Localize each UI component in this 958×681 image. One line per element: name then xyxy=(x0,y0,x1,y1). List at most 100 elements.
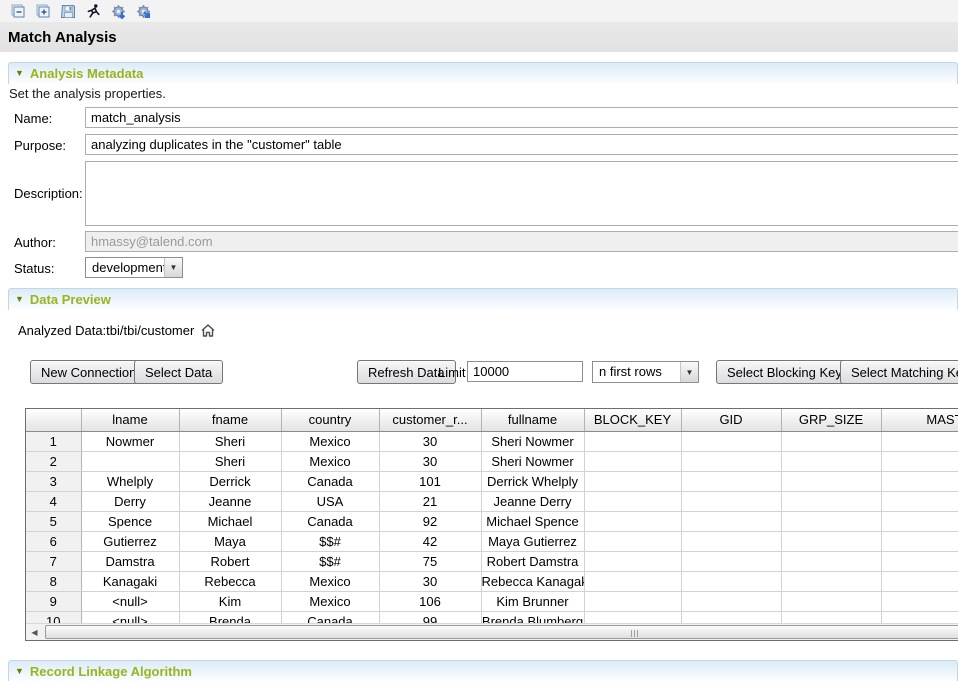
table-cell[interactable] xyxy=(881,571,958,591)
table-cell[interactable]: Kanagaki xyxy=(81,571,179,591)
table-cell[interactable]: $$# xyxy=(281,531,379,551)
rows-mode-dropdown[interactable]: n first rows ▼ xyxy=(592,361,699,383)
table-cell[interactable] xyxy=(881,471,958,491)
table-cell[interactable]: Mexico xyxy=(281,451,379,471)
row-number-cell[interactable]: 8 xyxy=(26,571,81,591)
table-cell[interactable] xyxy=(681,451,781,471)
table-cell[interactable] xyxy=(781,491,881,511)
table-cell[interactable]: Whelply xyxy=(81,471,179,491)
table-cell[interactable] xyxy=(781,571,881,591)
table-cell[interactable] xyxy=(584,471,681,491)
table-cell[interactable]: Jeanne Derry xyxy=(481,491,584,511)
table-cell[interactable]: Sheri xyxy=(179,451,281,471)
row-number-cell[interactable]: 5 xyxy=(26,511,81,531)
table-cell[interactable]: 92 xyxy=(379,511,481,531)
table-cell[interactable]: $$# xyxy=(281,551,379,571)
table-cell[interactable]: Gutierrez xyxy=(81,531,179,551)
table-cell[interactable] xyxy=(584,491,681,511)
table-cell[interactable] xyxy=(781,451,881,471)
table-cell[interactable] xyxy=(584,571,681,591)
row-number-cell[interactable]: 7 xyxy=(26,551,81,571)
scrollbar-thumb[interactable] xyxy=(45,625,958,639)
table-cell[interactable]: Kim Brunner xyxy=(481,591,584,611)
table-cell[interactable]: 30 xyxy=(379,571,481,591)
table-cell[interactable]: Rebecca Kanagaki xyxy=(481,571,584,591)
table-cell[interactable] xyxy=(881,451,958,471)
column-header-block-key[interactable]: BLOCK_KEY xyxy=(584,409,681,431)
table-cell[interactable] xyxy=(781,591,881,611)
table-cell[interactable] xyxy=(881,511,958,531)
table-cell[interactable] xyxy=(681,591,781,611)
table-cell[interactable] xyxy=(881,491,958,511)
table-cell[interactable]: Derry xyxy=(81,491,179,511)
table-cell[interactable]: Michael Spence xyxy=(481,511,584,531)
table-cell[interactable] xyxy=(681,531,781,551)
table-cell[interactable]: Canada xyxy=(281,511,379,531)
table-cell[interactable]: Derrick Whelply xyxy=(481,471,584,491)
table-cell[interactable] xyxy=(681,431,781,451)
expand-all-icon[interactable] xyxy=(35,3,52,20)
run-match-analysis-icon[interactable] xyxy=(110,3,127,20)
table-cell[interactable]: 101 xyxy=(379,471,481,491)
table-cell[interactable]: 30 xyxy=(379,451,481,471)
analysis-metadata-header[interactable]: ▼ Analysis Metadata xyxy=(8,62,958,84)
column-header-lname[interactable]: lname xyxy=(81,409,179,431)
table-cell[interactable]: Robert Damstra xyxy=(481,551,584,571)
home-icon[interactable] xyxy=(200,323,216,338)
table-cell[interactable] xyxy=(584,531,681,551)
table-cell[interactable]: Robert xyxy=(179,551,281,571)
table-cell[interactable] xyxy=(584,451,681,471)
export-match-rule-icon[interactable] xyxy=(135,3,152,20)
data-preview-header[interactable]: ▼ Data Preview xyxy=(8,288,958,310)
new-connection-button[interactable]: New Connection xyxy=(30,360,147,384)
column-header-master[interactable]: MASTER xyxy=(881,409,958,431)
table-cell[interactable]: Michael xyxy=(179,511,281,531)
column-header-customer-r-[interactable]: customer_r... xyxy=(379,409,481,431)
table-cell[interactable]: Rebecca xyxy=(179,571,281,591)
select-matching-key-button[interactable]: Select Matching Key xyxy=(840,360,958,384)
table-cell[interactable]: Jeanne xyxy=(179,491,281,511)
status-dropdown[interactable]: development ▼ xyxy=(85,257,183,278)
row-number-cell[interactable]: 6 xyxy=(26,531,81,551)
column-header-rownum[interactable] xyxy=(26,409,81,431)
row-number-cell[interactable]: 9 xyxy=(26,591,81,611)
row-number-cell[interactable]: 4 xyxy=(26,491,81,511)
select-data-button[interactable]: Select Data xyxy=(134,360,223,384)
column-header-fname[interactable]: fname xyxy=(179,409,281,431)
table-cell[interactable]: Sheri Nowmer xyxy=(481,451,584,471)
table-cell[interactable] xyxy=(881,591,958,611)
table-cell[interactable]: 42 xyxy=(379,531,481,551)
table-cell[interactable] xyxy=(881,431,958,451)
row-number-cell[interactable]: 1 xyxy=(26,431,81,451)
table-cell[interactable] xyxy=(681,511,781,531)
table-cell[interactable] xyxy=(681,551,781,571)
table-cell[interactable] xyxy=(781,431,881,451)
table-cell[interactable]: Spence xyxy=(81,511,179,531)
table-cell[interactable]: Sheri Nowmer xyxy=(481,431,584,451)
column-header-gid[interactable]: GID xyxy=(681,409,781,431)
table-cell[interactable]: 21 xyxy=(379,491,481,511)
table-cell[interactable]: 75 xyxy=(379,551,481,571)
table-cell[interactable] xyxy=(681,471,781,491)
horizontal-scrollbar[interactable]: ◀ xyxy=(26,623,958,640)
table-cell[interactable]: 30 xyxy=(379,431,481,451)
collapse-all-icon[interactable] xyxy=(10,3,27,20)
row-number-cell[interactable]: 3 xyxy=(26,471,81,491)
table-cell[interactable]: Mexico xyxy=(281,591,379,611)
table-cell[interactable]: Derrick xyxy=(179,471,281,491)
table-cell[interactable] xyxy=(681,491,781,511)
description-input[interactable] xyxy=(85,161,958,226)
table-cell[interactable]: Mexico xyxy=(281,431,379,451)
name-input[interactable] xyxy=(85,107,958,128)
table-cell[interactable]: Damstra xyxy=(81,551,179,571)
table-cell[interactable] xyxy=(781,511,881,531)
table-cell[interactable] xyxy=(781,551,881,571)
table-cell[interactable]: 106 xyxy=(379,591,481,611)
column-header-grp-size[interactable]: GRP_SIZE xyxy=(781,409,881,431)
table-cell[interactable] xyxy=(584,511,681,531)
table-cell[interactable]: Kim xyxy=(179,591,281,611)
table-cell[interactable] xyxy=(584,431,681,451)
table-cell[interactable] xyxy=(881,531,958,551)
table-cell[interactable]: Maya xyxy=(179,531,281,551)
table-cell[interactable]: Nowmer xyxy=(81,431,179,451)
